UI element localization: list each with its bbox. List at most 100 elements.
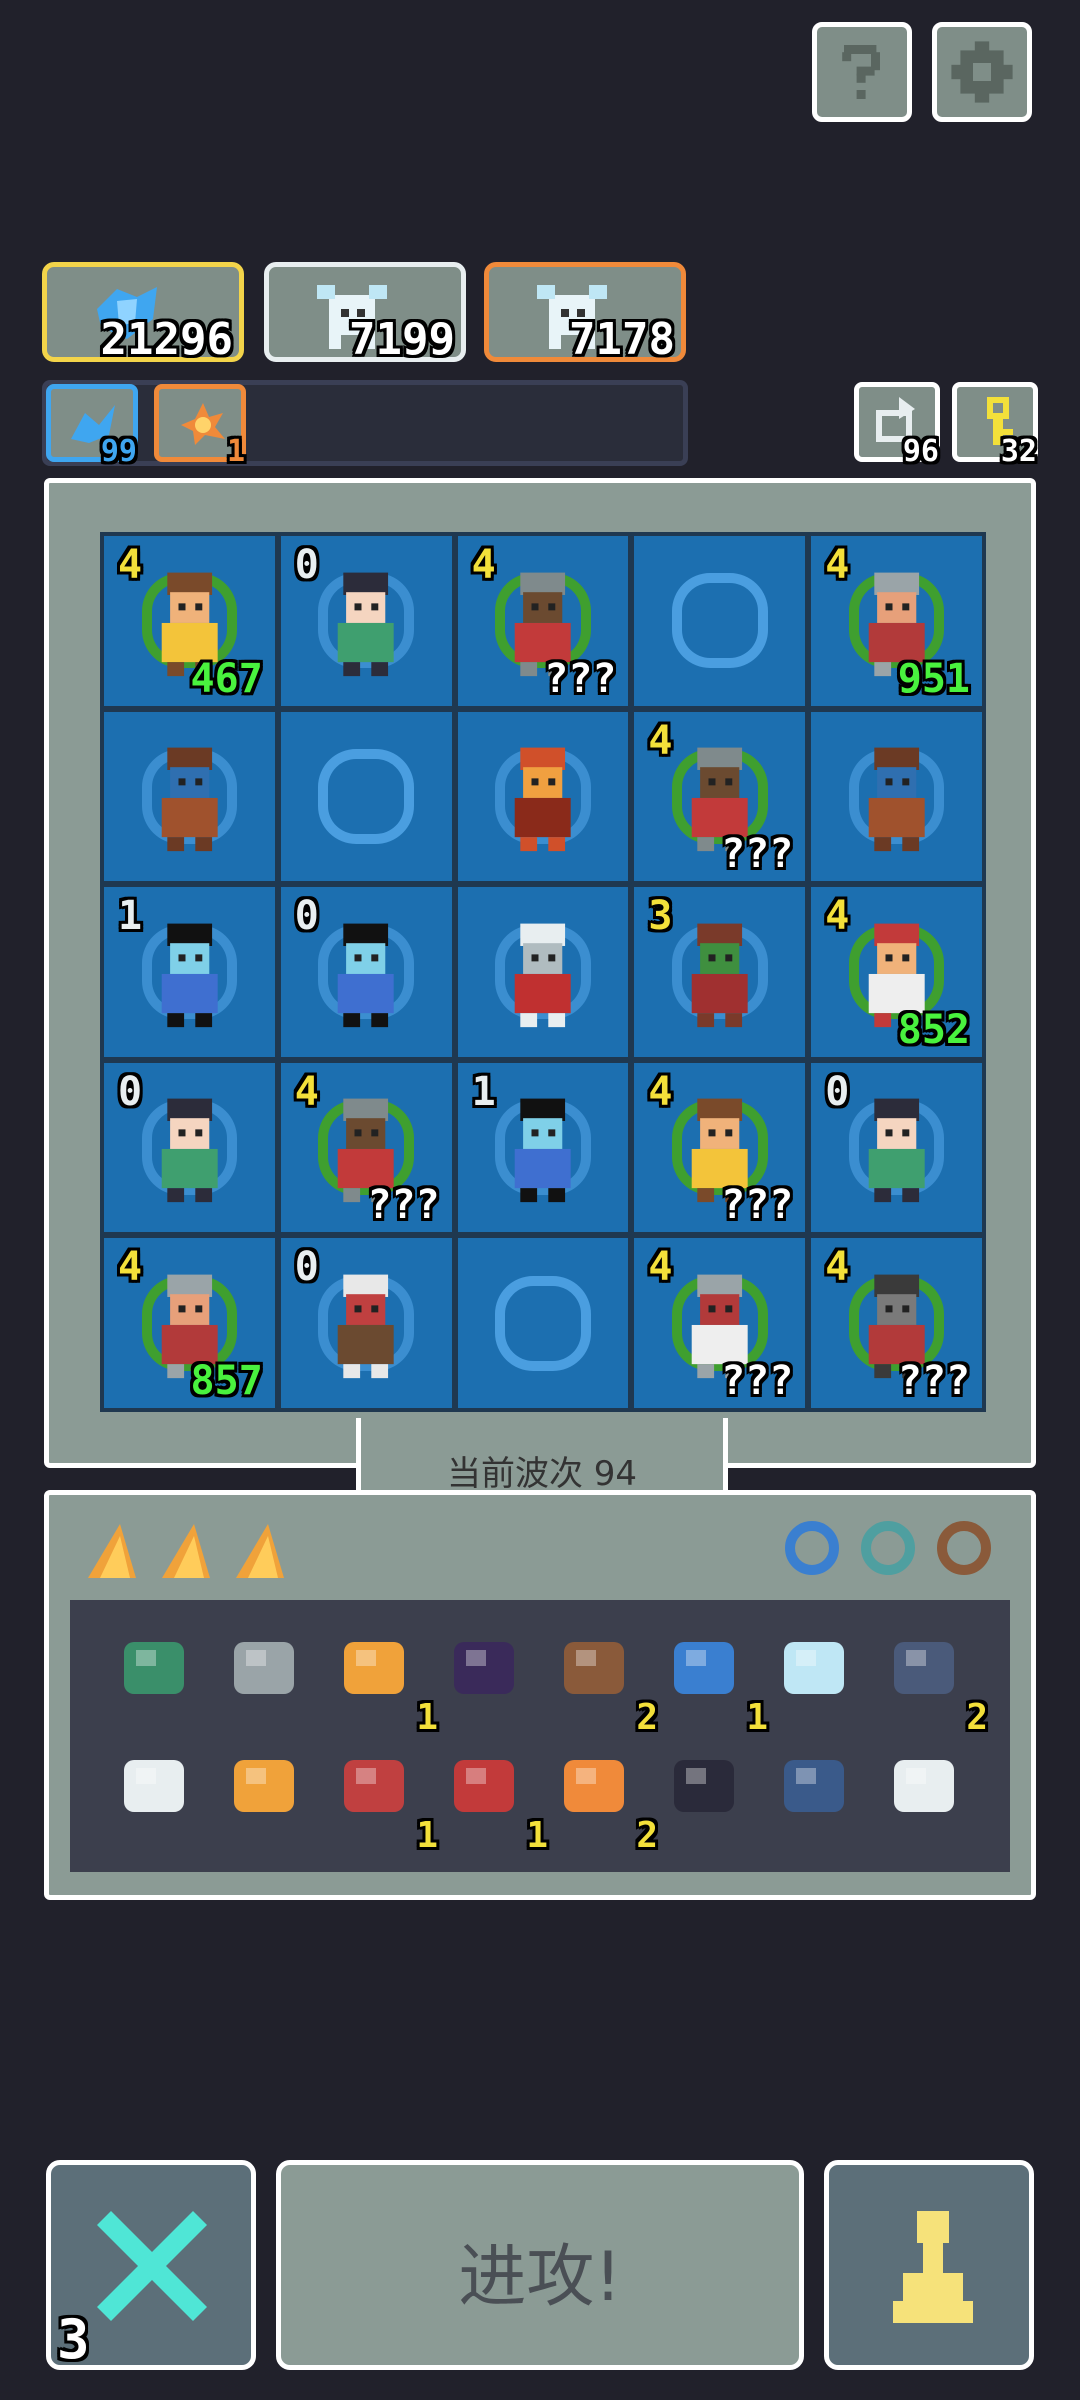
inventory-item[interactable]: 2 — [546, 1620, 658, 1738]
board-cell[interactable]: 4??? — [280, 1062, 452, 1233]
inventory-item[interactable]: 1 — [326, 1620, 438, 1738]
item-count: 2 — [966, 1697, 988, 1738]
ice-totem-icon — [784, 1642, 844, 1694]
inventory-item[interactable]: 1 — [656, 1620, 768, 1738]
board-cell[interactable]: 4??? — [811, 1238, 982, 1408]
inventory-tab[interactable] — [80, 1520, 142, 1586]
blue-gem-icon — [674, 1642, 734, 1694]
inventory-item[interactable] — [876, 1738, 986, 1848]
board-cell[interactable]: 0 — [280, 887, 452, 1057]
board-cell[interactable]: 4??? — [634, 711, 806, 882]
boot-icon — [124, 1760, 184, 1812]
unit-hp: ??? — [720, 1182, 794, 1229]
unit-hp: 467 — [190, 655, 263, 702]
inventory-item[interactable]: 1 — [326, 1738, 438, 1856]
buff-blue[interactable]: 99 — [46, 384, 138, 469]
board-cell[interactable]: 4 857 — [104, 1238, 275, 1408]
fox-tail-icon — [234, 1760, 294, 1812]
inventory-item[interactable] — [766, 1738, 876, 1848]
telescope-icon — [674, 1760, 734, 1812]
flame-icon — [344, 1642, 404, 1694]
refresh-counter[interactable]: 96 — [854, 382, 940, 469]
board-cell[interactable]: 3 — [634, 887, 806, 1057]
board-cell[interactable]: 4??? — [634, 1238, 806, 1408]
resource-crystal[interactable]: 21296 — [42, 262, 244, 365]
attack-button[interactable]: 进攻! — [276, 2160, 804, 2370]
unit-level: 4 — [648, 1068, 673, 1115]
inventory-item[interactable]: 2 — [546, 1738, 658, 1856]
swords-count: 3 — [57, 2308, 90, 2371]
board-cell[interactable]: 0 — [811, 1062, 982, 1233]
buff-fire[interactable]: 1 — [154, 384, 246, 469]
mermaid-icon — [338, 923, 395, 1027]
resource-beast-2[interactable]: 7178 — [484, 262, 686, 365]
settings-button[interactable] — [932, 22, 1032, 122]
unit-level: 0 — [294, 1244, 319, 1291]
skip-button[interactable]: 3 — [46, 2160, 256, 2371]
board-cell[interactable]: 1 — [104, 887, 275, 1057]
inventory-tab[interactable] — [228, 1520, 290, 1586]
board-cell[interactable] — [634, 536, 806, 706]
board-cell[interactable]: 4??? — [634, 1062, 806, 1233]
key-counter[interactable]: 32 — [952, 382, 1038, 469]
board-cell[interactable]: 0 — [280, 536, 452, 706]
board-cell[interactable]: 4 951 — [811, 536, 982, 706]
unit-level: 4 — [294, 1068, 319, 1115]
gear-icon — [951, 41, 1013, 103]
unit-level: 0 — [118, 1068, 143, 1115]
board-cell[interactable]: 1 — [457, 1062, 629, 1233]
inventory-item[interactable] — [106, 1738, 216, 1848]
board-cell[interactable] — [811, 711, 982, 882]
board-cell[interactable]: 0 — [280, 1238, 452, 1408]
unit-level: 4 — [471, 542, 496, 588]
teal-ring-icon — [861, 1521, 915, 1575]
board-cell[interactable]: 0 — [104, 1062, 275, 1233]
unit-level: 4 — [118, 1244, 143, 1291]
board-cell[interactable] — [457, 887, 629, 1057]
board-cell[interactable] — [104, 711, 275, 882]
stairs-icon — [894, 1642, 954, 1694]
inventory-item[interactable] — [656, 1738, 766, 1848]
board-cell[interactable] — [457, 1238, 629, 1408]
rock-monster-icon — [161, 747, 218, 852]
board-cell[interactable]: 4 467 — [104, 536, 275, 706]
inventory-tab[interactable] — [154, 1520, 216, 1586]
unit-level: 1 — [471, 1068, 496, 1115]
inventory-item[interactable] — [216, 1620, 326, 1730]
equip-ring[interactable] — [932, 1516, 996, 1584]
unit-hp: ??? — [367, 1182, 440, 1229]
help-button[interactable] — [812, 22, 912, 122]
old-mage-icon — [338, 1274, 395, 1379]
board-cell[interactable]: 4 852 — [811, 887, 982, 1057]
inventory-item[interactable]: 2 — [876, 1620, 988, 1738]
inventory-item[interactable] — [766, 1620, 876, 1730]
board-cell[interactable] — [280, 711, 452, 882]
snake-girl-icon — [338, 572, 395, 676]
inventory-item[interactable]: 1 — [436, 1738, 548, 1856]
cactus-plant-icon — [691, 923, 748, 1027]
unit-level: 4 — [648, 717, 673, 764]
red-dragon-icon — [514, 747, 571, 852]
unit-hp: 951 — [897, 655, 970, 702]
unit-hp: ??? — [720, 831, 794, 878]
board-cell[interactable] — [457, 711, 629, 882]
help-icon — [842, 45, 880, 99]
pawn-icon — [893, 2211, 973, 2323]
equip-ring[interactable] — [780, 1516, 844, 1584]
unit-level: 4 — [118, 542, 143, 588]
blue-rock-icon — [784, 1760, 844, 1812]
inventory-item[interactable] — [436, 1620, 546, 1730]
hammer-icon — [234, 1642, 294, 1694]
hero-button[interactable] — [824, 2160, 1034, 2370]
mermaid-icon — [514, 1098, 571, 1203]
board-cell[interactable]: 4??? — [457, 536, 629, 706]
unit-level: 4 — [825, 893, 850, 940]
rock-monster-icon — [868, 747, 925, 852]
resource-beast-1[interactable]: 7199 — [264, 262, 466, 365]
item-count: 1 — [526, 1815, 548, 1856]
inventory-item[interactable] — [216, 1738, 326, 1848]
equip-ring[interactable] — [856, 1516, 920, 1584]
inventory-item[interactable] — [106, 1620, 216, 1730]
item-count: 1 — [416, 1697, 438, 1738]
red-claw-icon — [454, 1760, 514, 1812]
